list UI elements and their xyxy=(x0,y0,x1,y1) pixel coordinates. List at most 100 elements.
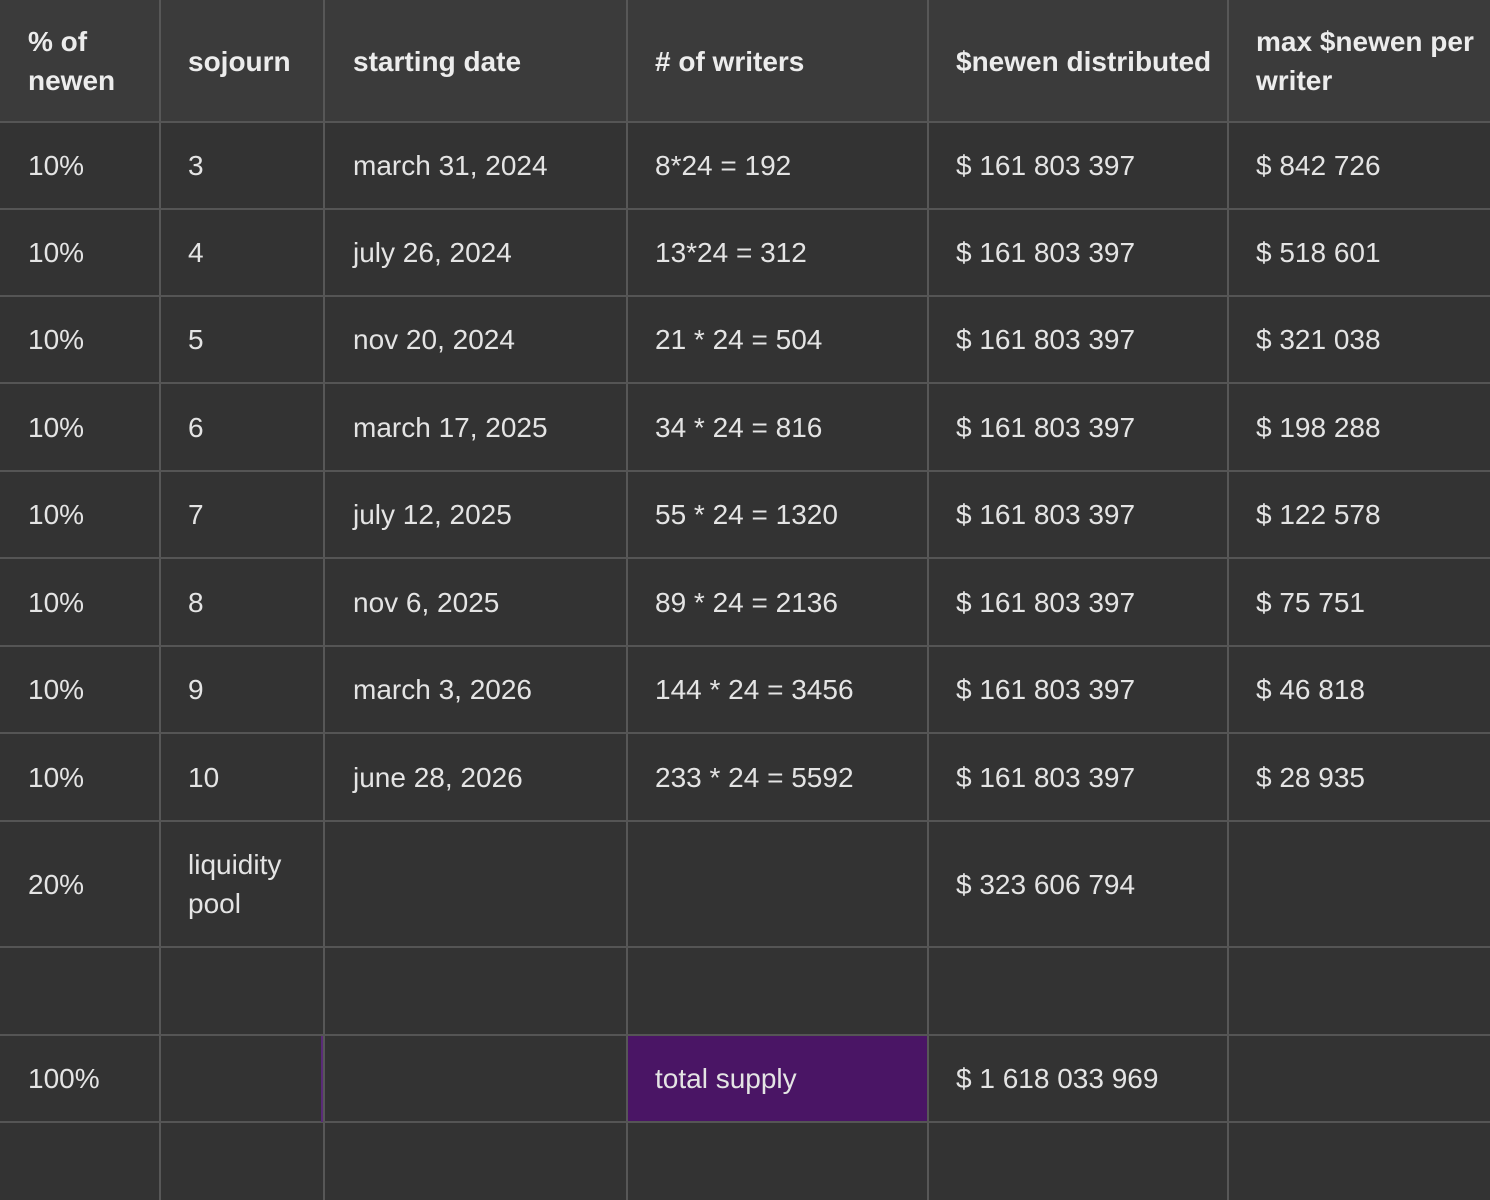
grid-row-divider[interactable] xyxy=(0,645,1490,647)
cell-newen-distributed[interactable]: $ 161 803 397 xyxy=(928,471,1228,558)
cell-percent[interactable]: 10% xyxy=(0,383,160,471)
cell-percent[interactable]: 10% xyxy=(0,122,160,209)
cell-newen-distributed[interactable]: $ 161 803 397 xyxy=(928,383,1228,471)
cell-max-per-writer[interactable]: $ 518 601 xyxy=(1228,209,1490,296)
cell-sojourn[interactable]: 4 xyxy=(160,209,325,296)
cell-sojourn[interactable] xyxy=(160,1035,325,1122)
cell-percent[interactable]: 100% xyxy=(0,1035,160,1122)
cell-percent[interactable] xyxy=(0,1122,160,1200)
cell-writers[interactable] xyxy=(627,821,928,947)
cell-sojourn[interactable]: 9 xyxy=(160,646,325,733)
column-header-max-newen-per-writer[interactable]: max $newen per writer xyxy=(1228,0,1490,122)
cell-sojourn[interactable] xyxy=(160,1122,325,1200)
cell-writers[interactable]: 34 * 24 = 816 xyxy=(627,383,928,471)
cell-sojourn[interactable]: 10 xyxy=(160,733,325,821)
cell-sojourn[interactable]: 5 xyxy=(160,296,325,383)
grid-row-divider[interactable] xyxy=(0,732,1490,734)
cell-writers[interactable]: 21 * 24 = 504 xyxy=(627,296,928,383)
cell-percent[interactable]: 10% xyxy=(0,646,160,733)
cell-max-per-writer[interactable]: $ 842 726 xyxy=(1228,122,1490,209)
cell-starting-date[interactable]: july 26, 2024 xyxy=(325,209,627,296)
cell-sojourn[interactable]: 8 xyxy=(160,558,325,646)
cell-writers[interactable]: 13*24 = 312 xyxy=(627,209,928,296)
cell-percent[interactable] xyxy=(0,947,160,1035)
table-row: 10% 5 nov 20, 2024 21 * 24 = 504 $ 161 8… xyxy=(0,296,1490,383)
cell-max-per-writer[interactable]: $ 321 038 xyxy=(1228,296,1490,383)
grid-column-divider[interactable] xyxy=(927,0,929,1200)
cell-writers[interactable]: 8*24 = 192 xyxy=(627,122,928,209)
column-header-percent-of-newen[interactable]: % of newen xyxy=(0,0,160,122)
cell-percent[interactable]: 10% xyxy=(0,471,160,558)
cell-sojourn[interactable]: 6 xyxy=(160,383,325,471)
cell-percent[interactable]: 10% xyxy=(0,296,160,383)
cell-starting-date[interactable] xyxy=(325,821,627,947)
column-header-starting-date[interactable]: starting date xyxy=(325,0,627,122)
newen-distribution-table: % of newen sojourn starting date # of wr… xyxy=(0,0,1490,1200)
cell-total-supply-label[interactable]: total supply xyxy=(627,1035,928,1122)
grid-row-divider[interactable] xyxy=(0,121,1490,123)
cell-newen-distributed[interactable]: $ 161 803 397 xyxy=(928,646,1228,733)
cell-sojourn[interactable] xyxy=(160,947,325,1035)
grid-column-divider[interactable] xyxy=(1227,0,1229,1200)
grid-column-divider[interactable] xyxy=(323,0,325,1200)
cell-sojourn[interactable]: liquidity pool xyxy=(160,821,325,947)
cell-newen-distributed[interactable]: $ 161 803 397 xyxy=(928,209,1228,296)
cell-total-supply-value[interactable]: $ 1 618 033 969 xyxy=(928,1035,1228,1122)
cell-starting-date[interactable]: june 28, 2026 xyxy=(325,733,627,821)
cell-starting-date[interactable]: march 17, 2025 xyxy=(325,383,627,471)
grid-row-divider[interactable] xyxy=(0,1121,1490,1123)
cell-writers[interactable]: 144 * 24 = 3456 xyxy=(627,646,928,733)
column-header-sojourn[interactable]: sojourn xyxy=(160,0,325,122)
column-header-newen-distributed[interactable]: $newen distributed xyxy=(928,0,1228,122)
cell-percent[interactable]: 10% xyxy=(0,209,160,296)
cell-newen-distributed[interactable]: $ 161 803 397 xyxy=(928,558,1228,646)
cell-max-per-writer[interactable]: $ 198 288 xyxy=(1228,383,1490,471)
grid-row-divider[interactable] xyxy=(0,208,1490,210)
cell-max-per-writer[interactable] xyxy=(1228,1122,1490,1200)
table-row-liquidity-pool: 20% liquidity pool $ 323 606 794 xyxy=(0,821,1490,947)
cell-starting-date[interactable] xyxy=(325,1122,627,1200)
cell-percent[interactable]: 10% xyxy=(0,733,160,821)
cell-newen-distributed[interactable] xyxy=(928,1122,1228,1200)
cell-max-per-writer[interactable] xyxy=(1228,821,1490,947)
cell-newen-distributed[interactable] xyxy=(928,947,1228,1035)
grid-row-divider[interactable] xyxy=(0,382,1490,384)
cell-percent[interactable]: 20% xyxy=(0,821,160,947)
cell-percent[interactable]: 10% xyxy=(0,558,160,646)
grid-row-divider[interactable] xyxy=(0,1034,1490,1036)
cell-writers[interactable]: 233 * 24 = 5592 xyxy=(627,733,928,821)
grid-column-divider[interactable] xyxy=(159,0,161,1200)
table-row: 10% 9 march 3, 2026 144 * 24 = 3456 $ 16… xyxy=(0,646,1490,733)
grid-row-divider[interactable] xyxy=(0,470,1490,472)
cell-max-per-writer[interactable] xyxy=(1228,1035,1490,1122)
grid-row-divider[interactable] xyxy=(0,946,1490,948)
cell-max-per-writer[interactable]: $ 122 578 xyxy=(1228,471,1490,558)
cell-writers[interactable] xyxy=(627,1122,928,1200)
column-header-number-of-writers[interactable]: # of writers xyxy=(627,0,928,122)
cell-writers[interactable]: 89 * 24 = 2136 xyxy=(627,558,928,646)
cell-starting-date[interactable]: march 31, 2024 xyxy=(325,122,627,209)
table-row: 10% 3 march 31, 2024 8*24 = 192 $ 161 80… xyxy=(0,122,1490,209)
cell-starting-date[interactable]: nov 20, 2024 xyxy=(325,296,627,383)
cell-starting-date[interactable] xyxy=(325,947,627,1035)
cell-starting-date[interactable]: march 3, 2026 xyxy=(325,646,627,733)
cell-newen-distributed[interactable]: $ 161 803 397 xyxy=(928,733,1228,821)
cell-starting-date[interactable]: july 12, 2025 xyxy=(325,471,627,558)
cell-max-per-writer[interactable]: $ 28 935 xyxy=(1228,733,1490,821)
cell-writers[interactable] xyxy=(627,947,928,1035)
cell-sojourn[interactable]: 3 xyxy=(160,122,325,209)
cell-max-per-writer[interactable] xyxy=(1228,947,1490,1035)
grid-row-divider[interactable] xyxy=(0,295,1490,297)
cell-writers[interactable]: 55 * 24 = 1320 xyxy=(627,471,928,558)
grid-row-divider[interactable] xyxy=(0,820,1490,822)
cell-max-per-writer[interactable]: $ 75 751 xyxy=(1228,558,1490,646)
grid-row-divider[interactable] xyxy=(0,557,1490,559)
cell-starting-date[interactable]: nov 6, 2025 xyxy=(325,558,627,646)
cell-newen-distributed[interactable]: $ 161 803 397 xyxy=(928,122,1228,209)
cell-newen-distributed[interactable]: $ 161 803 397 xyxy=(928,296,1228,383)
grid-column-divider[interactable] xyxy=(626,0,628,1200)
cell-starting-date[interactable] xyxy=(325,1035,627,1122)
cell-max-per-writer[interactable]: $ 46 818 xyxy=(1228,646,1490,733)
cell-sojourn[interactable]: 7 xyxy=(160,471,325,558)
cell-newen-distributed[interactable]: $ 323 606 794 xyxy=(928,821,1228,947)
